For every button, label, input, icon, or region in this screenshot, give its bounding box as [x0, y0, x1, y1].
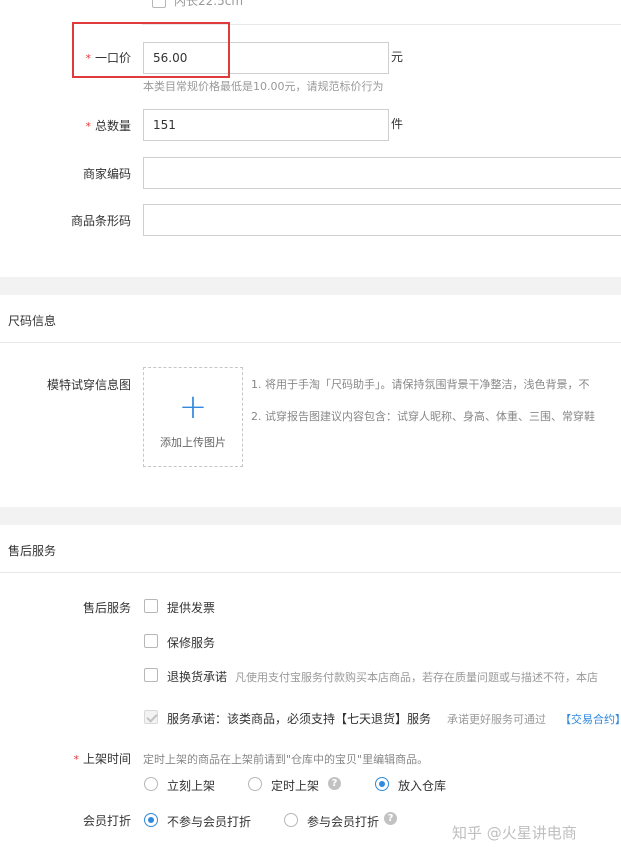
- size-section-title: 尺码信息: [8, 314, 57, 328]
- help-icon[interactable]: ?: [384, 812, 397, 825]
- after-sale-section-title: 售后服务: [8, 544, 57, 558]
- invoice-checkbox[interactable]: [144, 599, 158, 613]
- top-cut-checkbox[interactable]: [152, 0, 166, 8]
- upload-image-button[interactable]: + 添加上传图片: [143, 367, 243, 467]
- required-mark: *: [73, 753, 79, 766]
- radio-list-now[interactable]: [144, 777, 158, 791]
- merchant-code-input[interactable]: [143, 157, 621, 189]
- listing-time-label-text: 上架时间: [82, 752, 131, 766]
- trade-contract-link[interactable]: 【交易合约】: [560, 711, 621, 727]
- barcode-label: 商品条形码: [70, 214, 131, 228]
- radio-discount[interactable]: [284, 813, 298, 827]
- help-icon[interactable]: ?: [328, 777, 341, 790]
- watermark: 知乎 @火星讲电商: [452, 824, 577, 842]
- size-note-2: 2. 试穿报告图建议内容包含：试穿人昵称、身高、体重、三围、常穿鞋: [251, 410, 595, 423]
- check-icon: [146, 711, 158, 723]
- quantity-label: * 总数量: [85, 117, 131, 134]
- service-promise-label: 服务承诺：该类商品，必须支持【七天退货】服务: [167, 712, 432, 726]
- member-discount-label: 会员打折: [82, 814, 131, 828]
- highlight-box: [72, 22, 230, 78]
- radio-no-discount-label: 不参与会员打折: [167, 815, 252, 829]
- price-unit: 元: [391, 50, 404, 64]
- quantity-unit: 件: [391, 117, 404, 131]
- listing-time-hint: 定时上架的商品在上架前请到"仓库中的宝贝"里编辑商品。: [143, 753, 429, 766]
- quantity-label-text: 总数量: [94, 119, 131, 133]
- after-sale-label: 售后服务: [82, 601, 131, 615]
- divider: [0, 572, 621, 573]
- top-cut-label: 内长22.5cm: [174, 0, 244, 8]
- warranty-label: 保修服务: [167, 636, 216, 650]
- radio-list-scheduled-label: 定时上架: [271, 779, 320, 793]
- warranty-checkbox[interactable]: [144, 634, 158, 648]
- radio-list-scheduled[interactable]: [248, 777, 262, 791]
- section-separator: [0, 507, 621, 525]
- upload-label: 添加上传图片: [160, 436, 226, 449]
- return-promise-desc: 凡使用支付宝服务付款购买本店商品，若存在质量问题或与描述不符，本店: [235, 671, 598, 684]
- invoice-label: 提供发票: [167, 601, 216, 615]
- service-promise-checkbox: [144, 710, 158, 724]
- radio-discount-label: 参与会员打折: [307, 815, 380, 829]
- radio-list-warehouse-label: 放入仓库: [398, 779, 447, 793]
- model-fit-label: 模特试穿信息图: [46, 378, 131, 392]
- radio-list-now-label: 立刻上架: [167, 779, 216, 793]
- return-promise-checkbox[interactable]: [144, 668, 158, 682]
- barcode-input[interactable]: [143, 204, 621, 236]
- plus-icon: +: [178, 387, 208, 427]
- required-mark: *: [85, 120, 91, 133]
- quantity-input[interactable]: 151: [143, 109, 389, 141]
- radio-no-discount[interactable]: [144, 813, 158, 827]
- radio-list-warehouse[interactable]: [375, 777, 389, 791]
- price-hint: 本类目常规价格最低是10.00元，请规范标价行为: [143, 80, 384, 93]
- return-promise-label: 退换货承诺: [167, 670, 228, 684]
- size-note-1: 1. 将用于手淘「尺码助手」。请保持氛围背景干净整洁，浅色背景，不: [251, 378, 590, 391]
- listing-time-label: * 上架时间: [73, 750, 131, 767]
- section-separator: [0, 277, 621, 295]
- service-promise-hint: 承诺更好服务可通过: [447, 713, 546, 726]
- merchant-code-label: 商家编码: [82, 167, 131, 181]
- divider: [0, 342, 621, 343]
